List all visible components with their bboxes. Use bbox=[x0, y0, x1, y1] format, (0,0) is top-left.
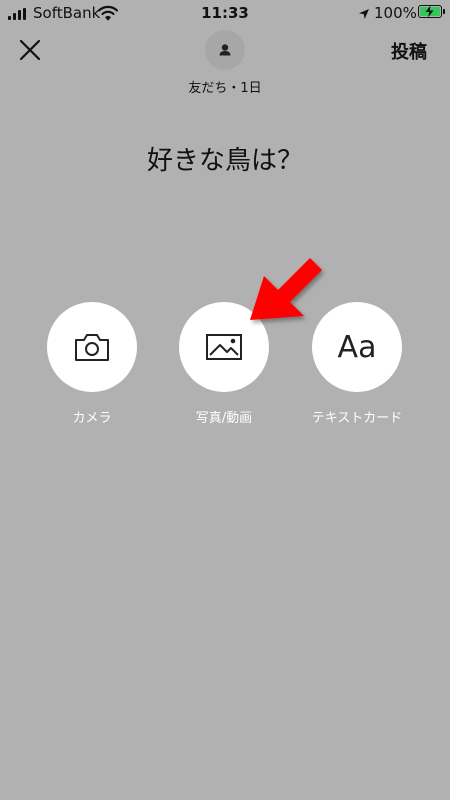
visibility-selector[interactable]: 友だち・1日 bbox=[0, 77, 450, 96]
camera-icon bbox=[47, 302, 137, 392]
text-card-label: テキストカード bbox=[311, 411, 403, 426]
image-icon bbox=[179, 302, 269, 392]
person-icon bbox=[219, 44, 231, 56]
location-arrow-icon bbox=[358, 6, 370, 24]
close-button[interactable] bbox=[18, 38, 44, 64]
post-button[interactable]: 投稿 bbox=[391, 38, 427, 64]
photo-video-label: 写真/動画 bbox=[195, 411, 253, 426]
battery-percentage: 100% bbox=[374, 4, 417, 22]
close-icon bbox=[19, 39, 41, 61]
battery-charging-icon bbox=[418, 5, 445, 18]
avatar[interactable] bbox=[205, 30, 245, 70]
text-card-icon: Aa bbox=[312, 302, 402, 392]
post-text-field[interactable]: 好きな鳥は？ bbox=[0, 140, 450, 177]
text-card-glyph: Aa bbox=[337, 329, 377, 365]
status-bar: SoftBank 11:33 100% bbox=[0, 0, 450, 26]
text-card-button[interactable]: Aa テキストカード bbox=[297, 302, 417, 426]
camera-button[interactable]: カメラ bbox=[32, 302, 152, 426]
photo-video-button[interactable]: 写真/動画 bbox=[164, 302, 284, 426]
camera-label: カメラ bbox=[72, 411, 112, 426]
